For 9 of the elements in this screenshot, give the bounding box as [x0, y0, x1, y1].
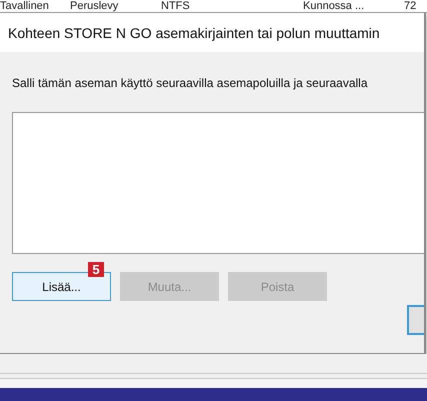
step-badge: 5	[88, 262, 104, 277]
table-cell-text: Peruslevy	[70, 0, 120, 12]
table-cell-text: Kunnossa ...	[303, 0, 366, 12]
table-cell-text: Tavallinen	[0, 0, 50, 12]
instruction-text: Salli tämän aseman käyttö seuraavilla asemapoluilla ja seuraavalla	[12, 76, 369, 90]
dialog-title: Kohteen STORE N GO asemakirjainten tai polun muuttamin	[8, 24, 380, 40]
table-cell-text: 72	[404, 0, 418, 12]
table-cell-text: NTFS	[161, 0, 191, 12]
dialog-button[interactable]	[407, 305, 424, 335]
